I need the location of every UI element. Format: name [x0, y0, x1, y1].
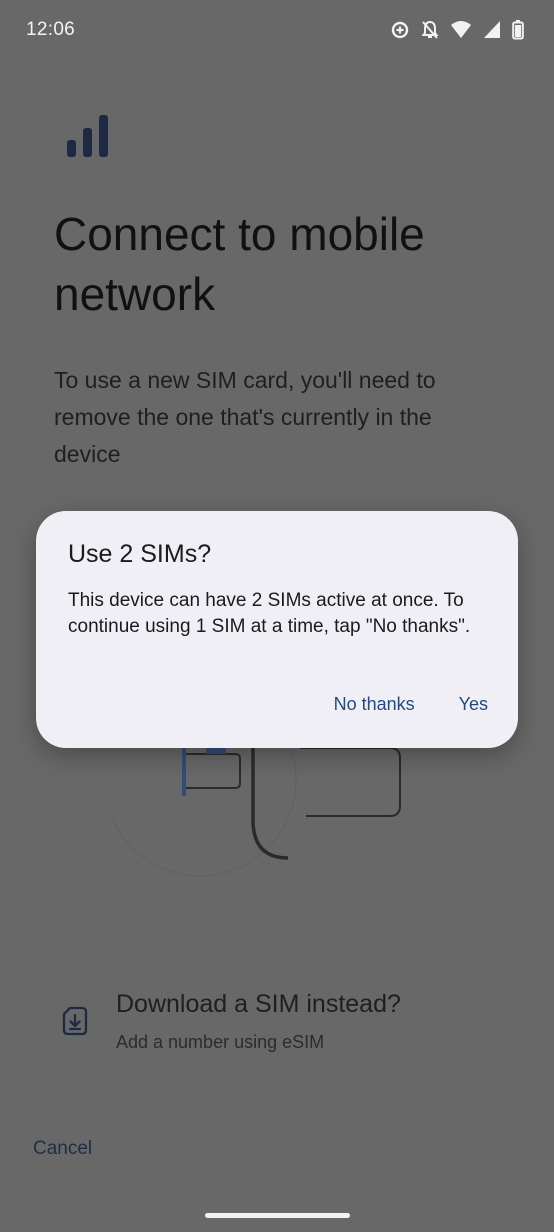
page-title: Connect to mobile network: [54, 208, 425, 320]
notifications-off-icon: [421, 19, 439, 41]
status-bar: 12:06: [0, 0, 554, 60]
signal-bars-icon: [64, 112, 112, 165]
status-time: 12:06: [26, 19, 76, 40]
cancel-button[interactable]: Cancel: [33, 1138, 92, 1160]
dialog-message: This device can have 2 SIMs active at on…: [68, 590, 471, 637]
no-thanks-button[interactable]: No thanks: [334, 694, 415, 715]
download-sim-subtitle: Add a number using eSIM: [116, 1032, 325, 1052]
battery-icon: [512, 19, 524, 41]
dialog-actions: No thanks Yes: [334, 694, 488, 715]
gesture-navigation-bar[interactable]: [205, 1213, 350, 1218]
status-icons: [390, 19, 524, 41]
download-sim-title: Download a SIM instead?: [116, 990, 401, 1018]
cell-signal-icon: [483, 19, 501, 41]
sim-download-icon: [62, 1006, 88, 1041]
page-description: To use a new SIM card, you'll need to re…: [54, 367, 436, 467]
dialog-title: Use 2 SIMs?: [68, 540, 212, 568]
download-sim-option[interactable]: Download a SIM instead? Add a number usi…: [54, 986, 494, 1066]
yes-button[interactable]: Yes: [459, 694, 488, 715]
wifi-icon: [450, 19, 472, 41]
use-two-sims-dialog: Use 2 SIMs? This device can have 2 SIMs …: [36, 511, 518, 748]
data-saver-icon: [390, 19, 410, 41]
